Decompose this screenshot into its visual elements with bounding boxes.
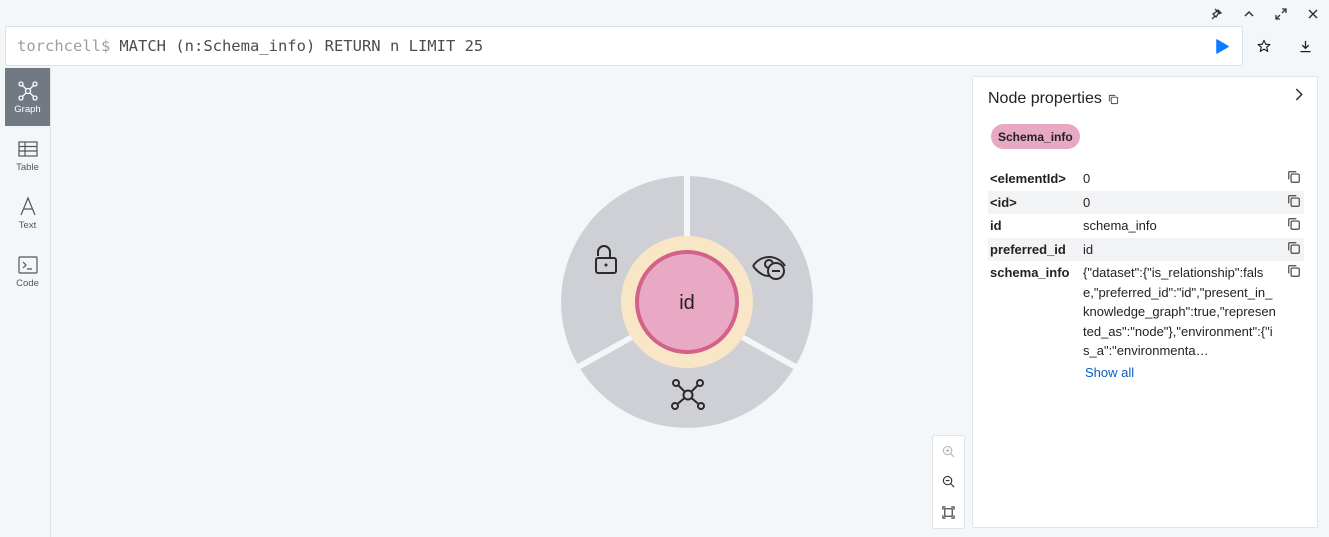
text-icon [19, 195, 36, 215]
property-value: schema_info [1083, 218, 1157, 233]
fit-button[interactable] [939, 503, 959, 523]
table-icon [17, 140, 38, 157]
property-key: id [990, 218, 1002, 233]
expand-icon[interactable] [1272, 5, 1290, 23]
node-properties-panel: Node properties Schema_info <elementId> … [972, 76, 1318, 528]
fit-icon [942, 506, 955, 519]
node-caption: id [679, 292, 695, 314]
zoom-out-button[interactable] [939, 472, 959, 492]
collapse-panel-button[interactable] [1289, 85, 1307, 103]
panel-title: Node properties [988, 90, 1102, 107]
copy-icon[interactable] [1287, 170, 1301, 184]
view-switcher: Graph Table Text Code [5, 68, 51, 537]
copy-icon[interactable] [1287, 264, 1301, 278]
copy-icon[interactable] [1108, 94, 1119, 105]
favorite-button[interactable] [1254, 36, 1274, 56]
property-key: <id> [990, 194, 1017, 210]
zoom-in-button[interactable] [939, 441, 959, 461]
property-row: id schema_info [988, 214, 1304, 238]
zoom-out-icon [942, 476, 955, 488]
zoom-in-icon [942, 445, 955, 458]
nav-text[interactable]: Text [5, 184, 50, 242]
run-query-button[interactable] [1212, 36, 1232, 56]
zoom-controls [932, 435, 965, 529]
code-icon [17, 255, 38, 274]
show-all-link[interactable]: Show all [1085, 365, 1134, 380]
nav-code[interactable]: Code [5, 242, 50, 300]
node-label-chip[interactable]: Schema_info [991, 124, 1080, 149]
property-value: 0 [1083, 171, 1091, 186]
download-button[interactable] [1295, 36, 1315, 56]
graph-canvas[interactable]: id [51, 68, 972, 537]
chevron-right-icon [1295, 88, 1303, 100]
property-key: schema_info [990, 265, 1070, 280]
copy-icon[interactable] [1287, 217, 1301, 231]
query-prompt: torchcell$ [17, 37, 111, 55]
star-icon [1257, 39, 1271, 52]
property-value: {"dataset":{"is_relationship":false,"pre… [1083, 265, 1276, 358]
property-value: 0 [1083, 194, 1091, 210]
property-row: <elementId> 0 [988, 167, 1304, 191]
run-icon [1215, 38, 1229, 54]
close-icon[interactable] [1304, 5, 1322, 23]
chevron-up-icon[interactable] [1240, 5, 1258, 23]
query-editor[interactable]: torchcell$ MATCH (n:Schema_info) RETURN … [5, 26, 1243, 66]
property-row: preferred_id id [988, 237, 1304, 261]
nav-graph-label: Graph [14, 103, 41, 115]
panel-header: Node properties [988, 90, 1119, 108]
download-icon [1299, 40, 1311, 52]
copy-icon[interactable] [1287, 194, 1301, 208]
nav-code-label: Code [16, 277, 39, 289]
copy-icon[interactable] [1287, 241, 1301, 255]
nav-graph[interactable]: Graph [5, 68, 50, 126]
property-row: schema_info {"dataset":{"is_relationship… [988, 261, 1304, 363]
properties-table: <elementId> 0 <id> 0 id schema_info pref… [988, 167, 1304, 382]
property-row: <id> 0 [988, 190, 1304, 214]
nav-table-label: Table [16, 161, 39, 173]
query-text[interactable]: MATCH (n:Schema_info) RETURN n LIMIT 25 [119, 37, 483, 55]
graph-icon [17, 80, 38, 101]
property-value: id [1083, 241, 1094, 257]
nav-text-label: Text [18, 219, 37, 231]
property-key: <elementId> [990, 171, 1066, 186]
property-key: preferred_id [990, 241, 1066, 257]
pin-icon[interactable] [1208, 5, 1226, 23]
nav-table[interactable]: Table [5, 126, 50, 184]
